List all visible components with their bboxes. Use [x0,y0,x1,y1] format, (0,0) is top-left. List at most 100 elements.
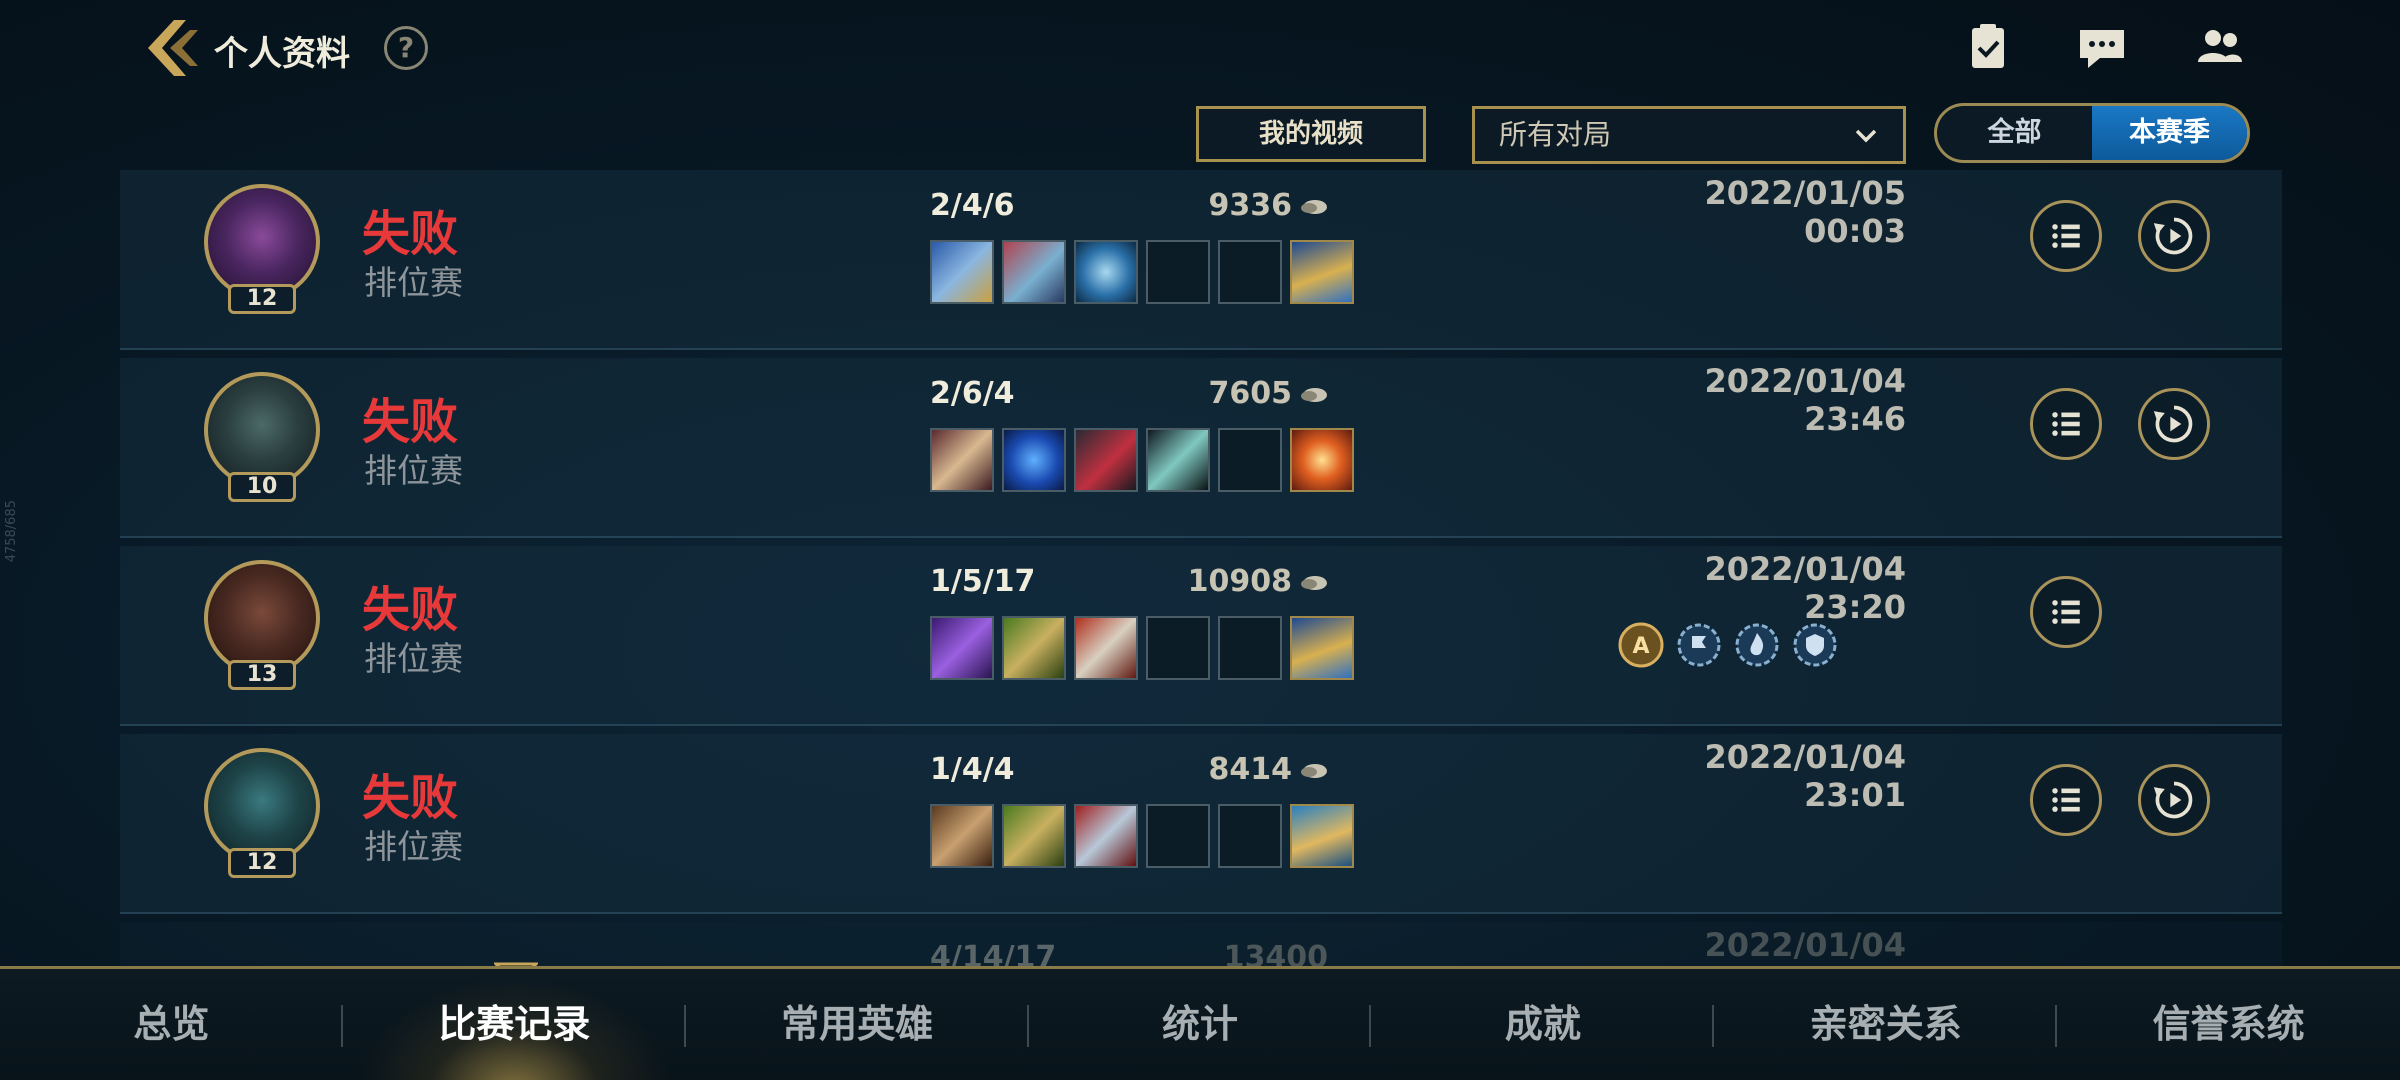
champion-avatar: 13 [204,560,320,692]
tab-overview[interactable]: 总览 [0,969,343,1080]
gold-earned: 10908 [1148,564,1328,599]
kda: 2/6/4 [930,376,1015,411]
kda: 1/4/4 [930,752,1015,787]
item-icon [1002,240,1066,304]
champion-avatar: 10 [204,372,320,504]
gold-value: 10908 [1187,564,1292,599]
gold-value: 9336 [1208,188,1293,223]
help-button[interactable]: ? [384,26,428,70]
replay-icon [2153,781,2193,819]
item-slots [930,804,1354,868]
empty-item-slot [1146,616,1210,680]
item-icon [1002,804,1066,868]
gold-coin-icon [1301,387,1327,402]
champion-level: 12 [228,848,296,878]
item-icon [930,804,994,868]
match-list[interactable]: 12 失败 排位赛 2/4/6 9336 2022/01/05 00:03 10… [120,170,2282,970]
tab-match-history[interactable]: 比赛记录 [342,969,686,1080]
empty-item-slot [1218,428,1282,492]
champion-level: 13 [228,660,296,690]
shield-badge-icon [1793,623,1837,667]
match-date: 2022/01/05 00:03 [1704,174,1907,250]
match-date: 2022/01/04 23:20 [1704,550,1907,626]
match-mode: 排位赛 [364,263,463,302]
gold-value: 7605 [1208,376,1293,411]
replay-button[interactable] [2138,388,2210,460]
match-row[interactable]: 13 失败 排位赛 1/5/17 10908 2022/01/04 23:20 … [120,546,2282,726]
match-result: 失败 [362,206,459,262]
gold-coin-icon [1301,763,1327,778]
item-icon [1146,428,1210,492]
tab-honor-system[interactable]: 信誉系统 [2057,969,2400,1080]
trinket-icon [1290,616,1354,680]
gold-earned: 7605 [1148,376,1328,411]
champion-level: 12 [228,284,296,314]
empty-item-slot [1146,240,1210,304]
item-icon [1074,804,1138,868]
item-slots [930,616,1354,680]
season-toggle[interactable]: 全部 本赛季 [1934,103,2250,163]
item-icon [1002,428,1066,492]
replay-button[interactable] [2138,200,2210,272]
my-videos-button[interactable]: 我的视频 [1196,106,1426,162]
replay-icon [2153,217,2193,255]
tab-statistics[interactable]: 统计 [1029,969,1372,1080]
tab-favorite-champions[interactable]: 常用英雄 [686,969,1029,1080]
list-icon [2052,412,2080,436]
kda: 1/5/17 [930,564,1036,599]
replay-icon [2153,405,2193,443]
svg-text:A: A [1632,634,1649,659]
replay-button[interactable] [2138,764,2210,836]
gold-earned: 8414 [1148,752,1328,787]
list-icon [2052,600,2080,624]
a-grade-icon: A [1618,622,1664,668]
match-date: 2022/01/04 23:01 [1704,738,1907,814]
match-row[interactable]: 12 失败 排位赛 1/4/4 8414 2022/01/04 23:01 [120,734,2282,914]
gold-coin-icon [1301,199,1327,214]
trinket-icon [1290,240,1354,304]
item-slots [930,428,1354,492]
gold-value: 8414 [1208,752,1293,787]
gold-coin-icon [1301,575,1327,590]
empty-item-slot [1218,616,1282,680]
bottom-nav: 总览 比赛记录 常用英雄 统计 成就 亲密关系 信誉系统 [0,966,2400,1080]
match-details-button[interactable] [2030,388,2102,460]
page-title: 个人资料 [214,34,350,74]
item-icon [1074,428,1138,492]
champion-level: 10 [228,472,296,502]
empty-item-slot [1218,804,1282,868]
match-details-button[interactable] [2030,576,2102,648]
match-mode: 排位赛 [364,827,463,866]
item-icon [930,428,994,492]
gold-earned: 9336 [1148,188,1328,223]
back-button[interactable] [140,16,200,80]
match-details-button[interactable] [2030,200,2102,272]
season-option-current[interactable]: 本赛季 [2092,106,2247,160]
match-details-button[interactable] [2030,764,2102,836]
chat-icon[interactable] [2074,22,2130,74]
match-badges: A [1616,620,1840,670]
match-date: 2022/01/04 23:46 [1704,362,1907,438]
match-row[interactable]: 12 失败 排位赛 2/4/6 9336 2022/01/05 00:03 [120,170,2282,350]
tasks-icon[interactable] [1960,22,2016,74]
match-type-value: 所有对局 [1499,118,1612,151]
kda: 2/4/6 [930,188,1015,223]
match-mode: 排位赛 [364,451,463,490]
empty-item-slot [1146,804,1210,868]
match-result: 失败 [362,394,459,450]
item-icon [1074,240,1138,304]
tab-relationships[interactable]: 亲密关系 [1714,969,2058,1080]
item-icon [930,240,994,304]
match-type-select[interactable]: 所有对局 [1472,106,1906,164]
item-icon [1002,616,1066,680]
empty-item-slot [1218,240,1282,304]
item-icon [1074,616,1138,680]
match-row[interactable]: 4/14/17 13400 2022/01/04 22:32 [120,922,2282,970]
match-result: 失败 [362,770,459,826]
match-row[interactable]: 10 失败 排位赛 2/6/4 7605 2022/01/04 23:46 [120,358,2282,538]
tab-achievements[interactable]: 成就 [1371,969,1715,1080]
friends-icon[interactable] [2192,22,2248,74]
season-option-all[interactable]: 全部 [1937,106,2092,160]
trinket-icon [1290,428,1354,492]
fire-badge-icon [1735,623,1779,667]
